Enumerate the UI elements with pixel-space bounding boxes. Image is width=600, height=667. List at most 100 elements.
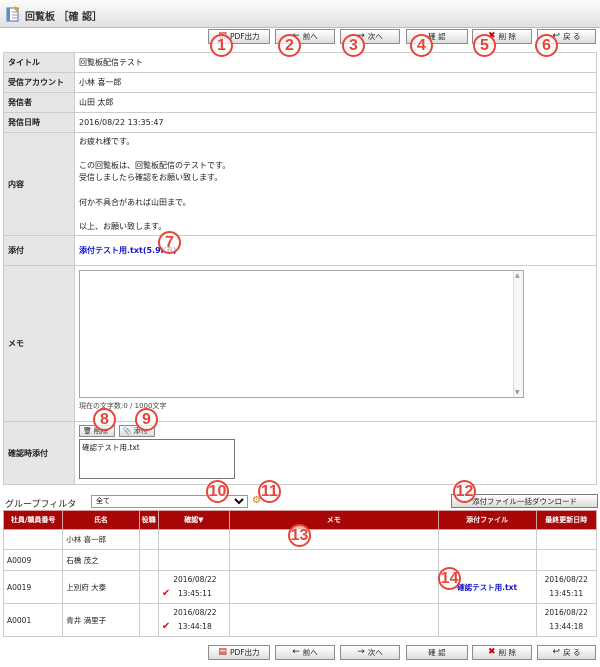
callout-13: 13 <box>288 524 311 547</box>
callout-3: 3 <box>342 34 365 57</box>
return-icon: ↩ <box>552 647 561 657</box>
group-filter-label: グループフィルタ <box>5 500 77 510</box>
cell-updated: 2016/08/22 13:45:11 <box>535 570 598 604</box>
content-line: 以上、お願い致します。 <box>79 221 167 231</box>
cell-updated <box>535 549 598 571</box>
pdf-icon: ▤ <box>218 647 227 657</box>
pdf-export-button-bottom[interactable]: ▤ PDF出力 <box>208 645 270 660</box>
cell-updated: 2016/08/22 13:44:18 <box>535 603 598 637</box>
callout-7: 7 <box>158 231 181 254</box>
notebook-icon <box>6 6 19 22</box>
col-header-file[interactable]: 添付ファイル <box>437 510 537 530</box>
cell-id: A0009 <box>2 549 64 571</box>
col-header-role[interactable]: 役職 <box>138 510 159 530</box>
memo-textarea[interactable] <box>79 270 524 399</box>
attach-label: 添付 <box>3 235 75 267</box>
cell-updated <box>535 529 598 550</box>
memo-char-counter: 現在の文字数:0 / 1000文字 <box>79 402 167 411</box>
content-line <box>79 209 592 221</box>
check-icon: ✔ <box>161 588 171 599</box>
table-row: A0019 上別府 大泰 ✔2016/08/22 13:45:11 確認テスト用.t… <box>2 570 598 604</box>
confirm-date: 2016/08/22 <box>173 575 217 584</box>
content-line: 何か不具合があれば山田まで。 <box>79 197 191 207</box>
cell-role <box>138 529 159 550</box>
cell-name: 小林 喜一郎 <box>62 529 140 550</box>
confirm-time: 13:45:11 <box>178 589 212 598</box>
trash-icon: 🗑 <box>83 427 92 436</box>
content-line <box>79 185 592 197</box>
cell-confirm <box>157 529 230 550</box>
check-icon: ✔ <box>161 621 171 632</box>
table-row: A0001 青井 満里子 ✔2016/08/22 13:44:18 2016/08/… <box>2 603 598 637</box>
title-label: タイトル <box>3 52 75 73</box>
callout-6: 6 <box>535 34 558 57</box>
x-icon: ✖ <box>488 647 496 657</box>
sender-label: 発信者 <box>3 92 75 113</box>
col-header-memo[interactable]: メモ <box>228 510 439 530</box>
cell-memo <box>228 603 439 637</box>
cell-memo <box>228 570 439 604</box>
memo-label: メモ <box>3 265 75 423</box>
cell-file <box>437 529 537 550</box>
paperclip-icon: 📎 <box>122 427 132 436</box>
recipient-label: 受信アカウント <box>3 72 75 93</box>
callout-9: 9 <box>135 408 158 431</box>
arrow-left-icon: ← <box>292 647 300 657</box>
cell-id: A0019 <box>2 570 64 604</box>
cell-role <box>138 570 159 604</box>
callout-5: 5 <box>473 34 496 57</box>
title-bar: 回覧板 ［確 認］ <box>0 0 600 28</box>
cell-confirm <box>157 549 230 571</box>
callout-1: 1 <box>210 34 233 57</box>
callout-8: 8 <box>93 408 116 431</box>
content-line <box>79 148 592 160</box>
content-label: 内容 <box>3 131 75 237</box>
cell-name: 青井 満里子 <box>62 603 140 637</box>
callout-2: 2 <box>278 34 301 57</box>
confirm-date: 2016/08/22 <box>173 608 217 617</box>
memo-scrollbar[interactable] <box>513 271 523 398</box>
col-header-name[interactable]: 氏名 <box>62 510 140 530</box>
row-attachment-link[interactable]: 確認テスト用.txt <box>457 583 517 592</box>
table-row: A0009 石橋 茂之 <box>2 549 598 571</box>
sender-value: 山田 太郎 <box>74 92 597 113</box>
confirm-time: 13:44:18 <box>178 622 212 631</box>
attached-file-list[interactable]: 確認テスト用.txt <box>79 439 235 480</box>
cell-role <box>138 549 159 571</box>
confirm-button-bottom[interactable]: 確 認 <box>406 645 468 660</box>
col-header-id[interactable]: 社員/職員番号 <box>2 510 64 530</box>
recipient-value: 小林 喜一郎 <box>74 72 597 93</box>
cell-confirm: ✔2016/08/22 13:45:11 <box>157 570 230 604</box>
col-header-confirm[interactable]: 確認▼ <box>157 510 230 530</box>
prev-button-bottom[interactable]: ← 前へ <box>275 645 335 660</box>
cell-confirm: ✔2016/08/22 13:44:18 <box>157 603 230 637</box>
content-body: お疲れ様です。 この回覧板は、回覧板配信のテストです。 受信しましたら確認をお願… <box>74 131 597 237</box>
title-value: 回覧板配信テスト <box>74 52 597 73</box>
cell-memo <box>228 549 439 571</box>
content-line: 受信しましたら確認をお願い致します。 <box>79 173 223 183</box>
sent-date-value: 2016/08/22 13:35:47 <box>74 112 597 133</box>
cell-name: 上別府 大泰 <box>62 570 140 604</box>
back-button-bottom[interactable]: ↩ 戻 る <box>537 645 596 660</box>
delete-button-bottom[interactable]: ✖ 削 除 <box>472 645 532 660</box>
cell-memo <box>228 529 439 550</box>
arrow-right-icon: → <box>357 647 365 657</box>
callout-12: 12 <box>453 480 476 503</box>
cell-role <box>138 603 159 637</box>
callout-14: 14 <box>438 567 461 590</box>
page-title: 回覧板 ［確 認］ <box>25 12 102 23</box>
sent-date-label: 発信日時 <box>3 112 75 133</box>
bottom-toolbar: ▤ PDF出力 ← 前へ → 次へ 確 認 ✖ 削 除 ↩ 戻 る <box>0 645 600 667</box>
attached-file-item[interactable]: 確認テスト用.txt <box>82 443 140 452</box>
cell-name: 石橋 茂之 <box>62 549 140 571</box>
callout-10: 10 <box>206 480 229 503</box>
col-header-updated[interactable]: 最終更新日時 <box>535 510 598 530</box>
cell-id: A0001 <box>2 603 64 637</box>
content-line: お疲れ様です。 <box>79 137 135 146</box>
callout-4: 4 <box>410 34 433 57</box>
content-line: この回覧板は、回覧板配信のテストです。 <box>79 161 231 171</box>
next-button-bottom[interactable]: → 次へ <box>340 645 400 660</box>
cell-id <box>2 529 64 550</box>
confirm-attach-label: 確認時添付 <box>3 421 75 486</box>
callout-11: 11 <box>258 480 281 503</box>
